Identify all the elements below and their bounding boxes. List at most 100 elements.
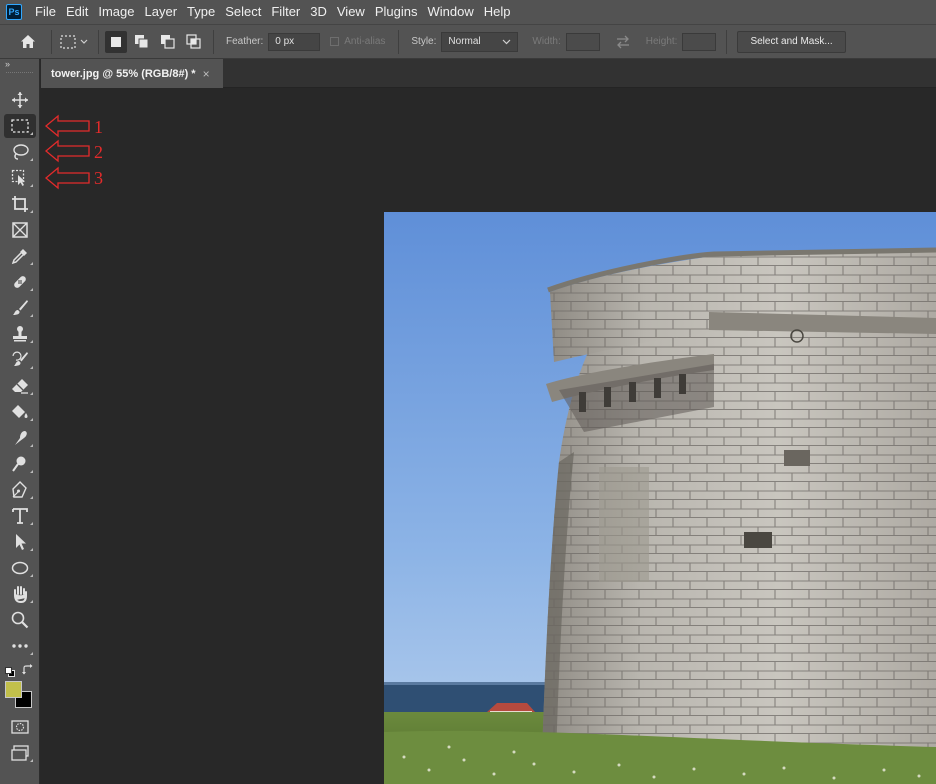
- photoshop-logo: Ps: [6, 4, 22, 20]
- style-select-value: Normal: [448, 35, 481, 47]
- pen-icon: [12, 481, 27, 498]
- hand-icon: [14, 586, 27, 603]
- menu-select[interactable]: Select: [220, 0, 266, 24]
- intersect-selection-button[interactable]: [183, 31, 205, 53]
- menu-view[interactable]: View: [332, 0, 370, 24]
- eraser-tool[interactable]: [4, 374, 36, 398]
- brush-icon: [13, 300, 28, 315]
- move-tool[interactable]: [4, 88, 36, 112]
- collapse-toolbar-button[interactable]: »: [0, 59, 39, 69]
- height-label: Height:: [645, 36, 678, 47]
- default-colors-button[interactable]: [5, 664, 15, 677]
- eyedropper-tool[interactable]: [4, 244, 36, 268]
- canvas-area[interactable]: [41, 88, 936, 784]
- brush-tool[interactable]: [4, 296, 36, 320]
- tower-photo[interactable]: [384, 212, 936, 784]
- foreground-color-swatch[interactable]: [5, 681, 22, 698]
- height-input[interactable]: [682, 32, 717, 51]
- add-to-selection-button[interactable]: [131, 31, 153, 53]
- annotation-arrows: [44, 114, 90, 190]
- quick-mask-mode-button[interactable]: [4, 715, 36, 739]
- menu-filter[interactable]: Filter: [266, 0, 305, 24]
- path-selection-arrow-icon: [16, 534, 26, 550]
- home-button[interactable]: [17, 31, 39, 53]
- tower-image: [384, 212, 936, 784]
- frame-tool[interactable]: [4, 218, 36, 242]
- hand-tool[interactable]: [4, 582, 36, 606]
- object-selection-tool[interactable]: [4, 166, 36, 190]
- swap-colors-button[interactable]: [22, 663, 34, 675]
- home-icon: [21, 35, 35, 48]
- smudge-tool[interactable]: [4, 426, 36, 450]
- menu-type[interactable]: Type: [182, 0, 220, 24]
- path-selection-tool[interactable]: [4, 530, 36, 554]
- crop-tool[interactable]: [4, 192, 36, 216]
- menu-plugins[interactable]: Plugins: [370, 0, 423, 24]
- subtract-from-selection-icon: [161, 34, 175, 49]
- style-label: Style:: [411, 36, 437, 47]
- subtract-from-selection-button[interactable]: [157, 31, 179, 53]
- menu-file[interactable]: File: [30, 0, 61, 24]
- tool-preset-picker[interactable]: [58, 31, 92, 53]
- lasso-tool[interactable]: [4, 140, 36, 164]
- annotation-number-3: 3: [94, 168, 103, 188]
- crop-icon: [12, 196, 28, 212]
- type-t-icon: [12, 508, 28, 524]
- type-tool[interactable]: [4, 504, 36, 528]
- tools-panel: »: [0, 59, 40, 784]
- edit-toolbar-button[interactable]: [4, 634, 36, 658]
- history-brush-icon: [12, 351, 28, 366]
- swap-width-height-button[interactable]: [612, 31, 634, 53]
- new-selection-icon: [111, 36, 121, 47]
- screen-mode-button[interactable]: [4, 741, 36, 765]
- menu-image[interactable]: Image: [93, 0, 139, 24]
- add-to-selection-icon: [135, 34, 149, 48]
- antialias-checkbox[interactable]: [330, 37, 340, 46]
- eyedropper-icon: [11, 249, 27, 265]
- magnifier-icon: [11, 611, 29, 629]
- rectangular-marquee-icon: [11, 119, 29, 133]
- document-tab[interactable]: tower.jpg @ 55% (RGB/8#) * ×: [41, 59, 223, 88]
- history-brush-tool[interactable]: [4, 348, 36, 372]
- style-select[interactable]: Normal: [441, 31, 519, 52]
- paint-bucket-tool[interactable]: [4, 400, 36, 424]
- width-label: Width:: [532, 36, 561, 47]
- document-tab-label: tower.jpg @ 55% (RGB/8#) *: [51, 67, 196, 80]
- smudge-finger-icon: [15, 431, 27, 445]
- menu-layer[interactable]: Layer: [140, 0, 183, 24]
- dodge-tool[interactable]: [4, 452, 36, 476]
- toolbar-grip[interactable]: [6, 72, 33, 76]
- options-bar: Feather: 0 px Anti-alias Style: Normal W…: [0, 24, 936, 59]
- annotation-number-2: 2: [94, 142, 103, 162]
- chevron-down-icon: [502, 39, 511, 44]
- spot-healing-brush-tool[interactable]: [4, 270, 36, 294]
- lasso-icon: [13, 144, 29, 160]
- width-input[interactable]: [565, 32, 600, 51]
- pen-tool[interactable]: [4, 478, 36, 502]
- menu-edit[interactable]: Edit: [61, 0, 93, 24]
- menu-window[interactable]: Window: [422, 0, 478, 24]
- feather-label: Feather:: [226, 36, 264, 47]
- new-selection-button[interactable]: [105, 30, 127, 53]
- default-colors-icon: [5, 667, 15, 677]
- healing-bandage-icon: [14, 276, 26, 288]
- menu-help[interactable]: Help: [479, 0, 516, 24]
- zoom-tool[interactable]: [4, 608, 36, 632]
- swap-colors-icon: [22, 664, 33, 675]
- marquee-preset-icon: [60, 34, 88, 49]
- close-document-icon[interactable]: ×: [203, 67, 210, 81]
- quick-mask-icon: [11, 720, 29, 734]
- screen-mode-icon: [11, 745, 29, 761]
- menu-3d[interactable]: 3D: [305, 0, 332, 24]
- feather-input[interactable]: 0 px: [268, 32, 321, 51]
- ellipse-shape-icon: [11, 561, 29, 575]
- ellipse-tool[interactable]: [4, 556, 36, 580]
- rectangular-marquee-tool[interactable]: [4, 114, 36, 138]
- frame-icon: [12, 222, 28, 238]
- antialias-label: Anti-alias: [344, 36, 386, 47]
- menu-bar: Ps File Edit Image Layer Type Select Fil…: [0, 0, 936, 24]
- clone-stamp-tool[interactable]: [4, 322, 36, 346]
- stamp-icon: [13, 326, 27, 342]
- select-and-mask-button[interactable]: Select and Mask...: [737, 30, 846, 53]
- annotation-number-1: 1: [94, 117, 103, 137]
